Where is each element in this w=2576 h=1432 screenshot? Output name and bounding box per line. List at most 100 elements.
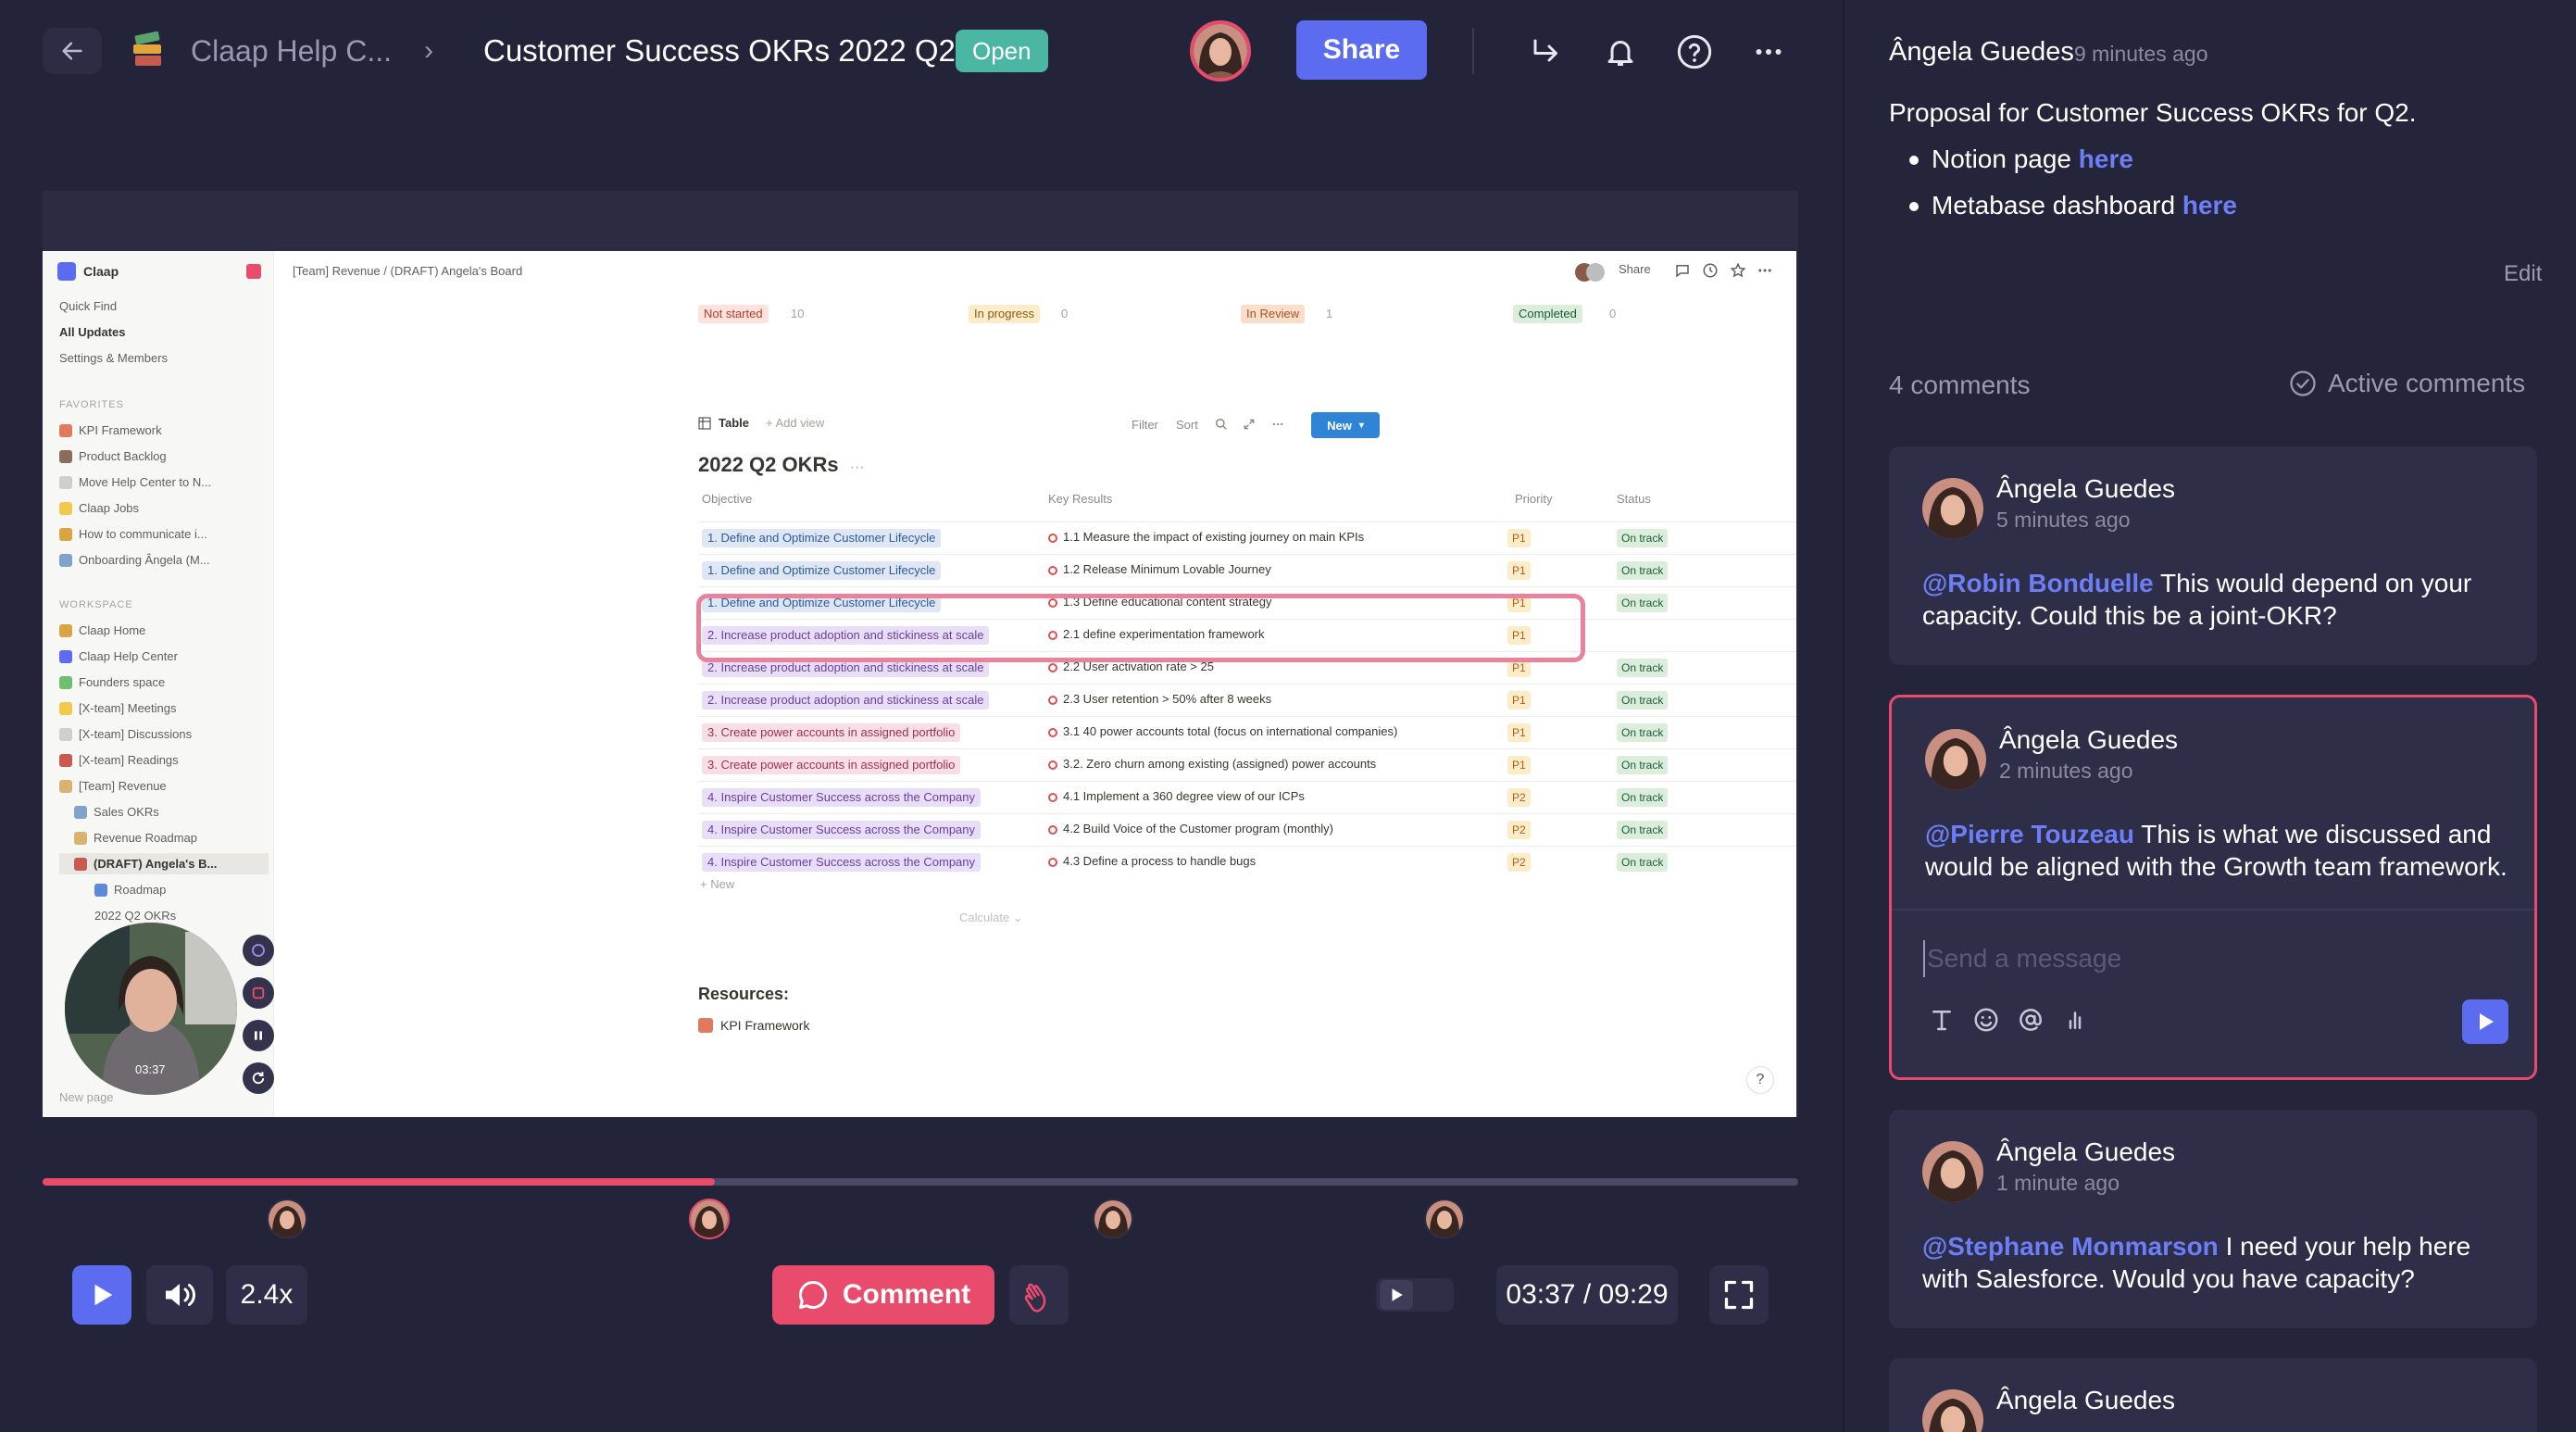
books-icon	[130, 30, 167, 70]
page-icon	[59, 501, 72, 515]
notion-ws-item: [X-team] Meetings	[59, 701, 177, 715]
comment-marker-avatar[interactable]	[267, 1199, 307, 1239]
page-icon	[59, 553, 72, 567]
text-format-icon[interactable]	[1925, 1003, 1958, 1036]
notion-page-link[interactable]: here	[2079, 144, 2133, 173]
help-icon[interactable]	[1669, 26, 1720, 78]
comment-card[interactable]: Ângela Guedes 1 minute ago @Stephane Mon…	[1889, 1110, 2537, 1328]
breadcrumb-workspace[interactable]: Claap Help C...	[191, 28, 392, 74]
group-count: 0	[1061, 307, 1069, 320]
comment-author: Ângela Guedes	[1999, 725, 2179, 754]
divider	[1892, 909, 2534, 911]
search-icon	[1215, 418, 1228, 433]
clock-icon	[1702, 262, 1719, 282]
fullscreen-button[interactable]	[1709, 1265, 1769, 1325]
target-icon	[1048, 760, 1057, 770]
cam-draw-icon[interactable]	[243, 935, 274, 966]
key-result-text: 1.1 Measure the impact of existing journ…	[1063, 530, 1365, 544]
comment-card-active[interactable]: Ângela Guedes 2 minutes ago @Pierre Touz…	[1889, 695, 2537, 1080]
notion-item-label: Revenue Roadmap	[94, 831, 198, 845]
bullet-label: Notion page	[1932, 144, 2079, 173]
key-result-text: 4.1 Implement a 360 degree view of our I…	[1063, 789, 1305, 803]
mention[interactable]: @Pierre Touzeau	[1925, 820, 2134, 848]
notion-fav-item: Onboarding Ângela (M...	[59, 553, 210, 567]
clap-icon	[1024, 1283, 1046, 1313]
claap-logo-icon	[57, 262, 76, 281]
metabase-link[interactable]: here	[2182, 191, 2237, 220]
notion-crumb-sep: /	[383, 264, 387, 278]
objective-tag: 2. Increase product adoption and stickin…	[702, 691, 990, 710]
speed-button[interactable]: 2.4x	[226, 1265, 307, 1325]
notion-item-label: Founders space	[79, 675, 166, 689]
avatar	[1922, 478, 1983, 539]
fullscreen-icon	[1724, 1280, 1754, 1310]
forward-arrow-icon[interactable]	[1520, 26, 1572, 78]
poll-icon[interactable]	[2058, 1003, 2092, 1036]
mention-icon[interactable]	[2014, 1003, 2047, 1036]
author-name: Ângela Guedes	[1889, 37, 2074, 67]
group-count: 10	[791, 307, 805, 320]
col-key-results: Key Results	[1048, 492, 1113, 506]
mention[interactable]: @Stephane Monmarson	[1922, 1232, 2219, 1261]
share-button[interactable]: Share	[1296, 20, 1427, 80]
page-icon	[59, 449, 72, 463]
comment-card[interactable]: Ângela Guedes 5 minutes ago @Robin Bondu…	[1889, 446, 2537, 665]
avatar[interactable]	[1190, 20, 1251, 82]
notion-fav-item: Claap Jobs	[59, 501, 139, 515]
back-button[interactable]	[43, 28, 102, 74]
description-bullet: Metabase dashboard here	[1909, 191, 2237, 220]
priority-tag: P2	[1507, 821, 1531, 839]
notion-ws-item: 2022 Q2 OKRs	[94, 909, 176, 923]
filter-label: Filter	[1132, 418, 1158, 432]
video-screen[interactable]: Claap Quick Find All Updates Settings & …	[43, 251, 1796, 1117]
page-icon	[59, 475, 72, 489]
comment-marker-avatar[interactable]	[689, 1199, 730, 1239]
page-icon	[59, 649, 72, 663]
table-row: 4. Inspire Customer Success across the C…	[698, 846, 1796, 877]
send-button[interactable]	[2462, 999, 2508, 1044]
bell-icon[interactable]	[1594, 26, 1646, 78]
bullet-dot	[1909, 156, 1919, 165]
key-result: 4.1 Implement a 360 degree view of our I…	[1048, 789, 1305, 803]
comment-button[interactable]: Comment	[772, 1265, 994, 1325]
notion-ws-item: [Team] Revenue	[59, 779, 167, 793]
notion-new-label: New	[1327, 418, 1352, 433]
cam-stop-icon[interactable]	[243, 977, 274, 1009]
avatar	[1922, 1141, 1983, 1202]
status-tag: On track	[1617, 853, 1669, 872]
reaction-button[interactable]	[1009, 1265, 1069, 1325]
edit-button[interactable]: Edit	[2504, 261, 2542, 287]
play-button[interactable]	[72, 1265, 131, 1325]
notion-item-label: [X-team] Discussions	[79, 727, 193, 741]
volume-button[interactable]	[146, 1265, 213, 1325]
comment-marker-avatar[interactable]	[1424, 1199, 1465, 1239]
notion-item-label: Quick Find	[59, 299, 118, 313]
objective-tag: 3. Create power accounts in assigned por…	[702, 723, 961, 742]
mention[interactable]: @Robin Bonduelle	[1922, 569, 2154, 597]
autoplay-toggle[interactable]	[1376, 1278, 1454, 1312]
status-tag: On track	[1617, 529, 1669, 547]
emoji-icon[interactable]	[1970, 1003, 2003, 1036]
status-tag: On track	[1617, 756, 1669, 774]
message-input[interactable]	[1923, 940, 2442, 977]
key-result: 1.2 Release Minimum Lovable Journey	[1048, 562, 1271, 576]
key-result: 3.1 40 power accounts total (focus on in…	[1048, 724, 1397, 738]
comment-author: Ângela Guedes	[1996, 1137, 2176, 1166]
notion-item-label: [X-team] Meetings	[79, 701, 177, 715]
page-icon	[74, 805, 87, 819]
status-badge[interactable]: Open	[956, 30, 1048, 72]
more-icon[interactable]	[1743, 26, 1794, 78]
cam-restart-icon[interactable]	[243, 1062, 274, 1094]
progress-bar[interactable]	[43, 1178, 1798, 1186]
active-comments-toggle[interactable]: Active comments	[2289, 369, 2525, 398]
notion-crumb-b: (DRAFT) Angela's Board	[390, 264, 523, 278]
comment-marker-avatar[interactable]	[1093, 1199, 1133, 1239]
comment-time: 1 minute ago	[1996, 1171, 2120, 1195]
send-icon	[2480, 1013, 2494, 1030]
comment-card[interactable]: Ângela Guedes	[1889, 1358, 2537, 1432]
cam-pause-icon[interactable]	[243, 1020, 274, 1051]
notification-icon	[246, 264, 261, 279]
page-icon	[74, 831, 87, 845]
status-tag: On track	[1617, 691, 1669, 710]
group-in-review: In Review	[1241, 305, 1306, 323]
